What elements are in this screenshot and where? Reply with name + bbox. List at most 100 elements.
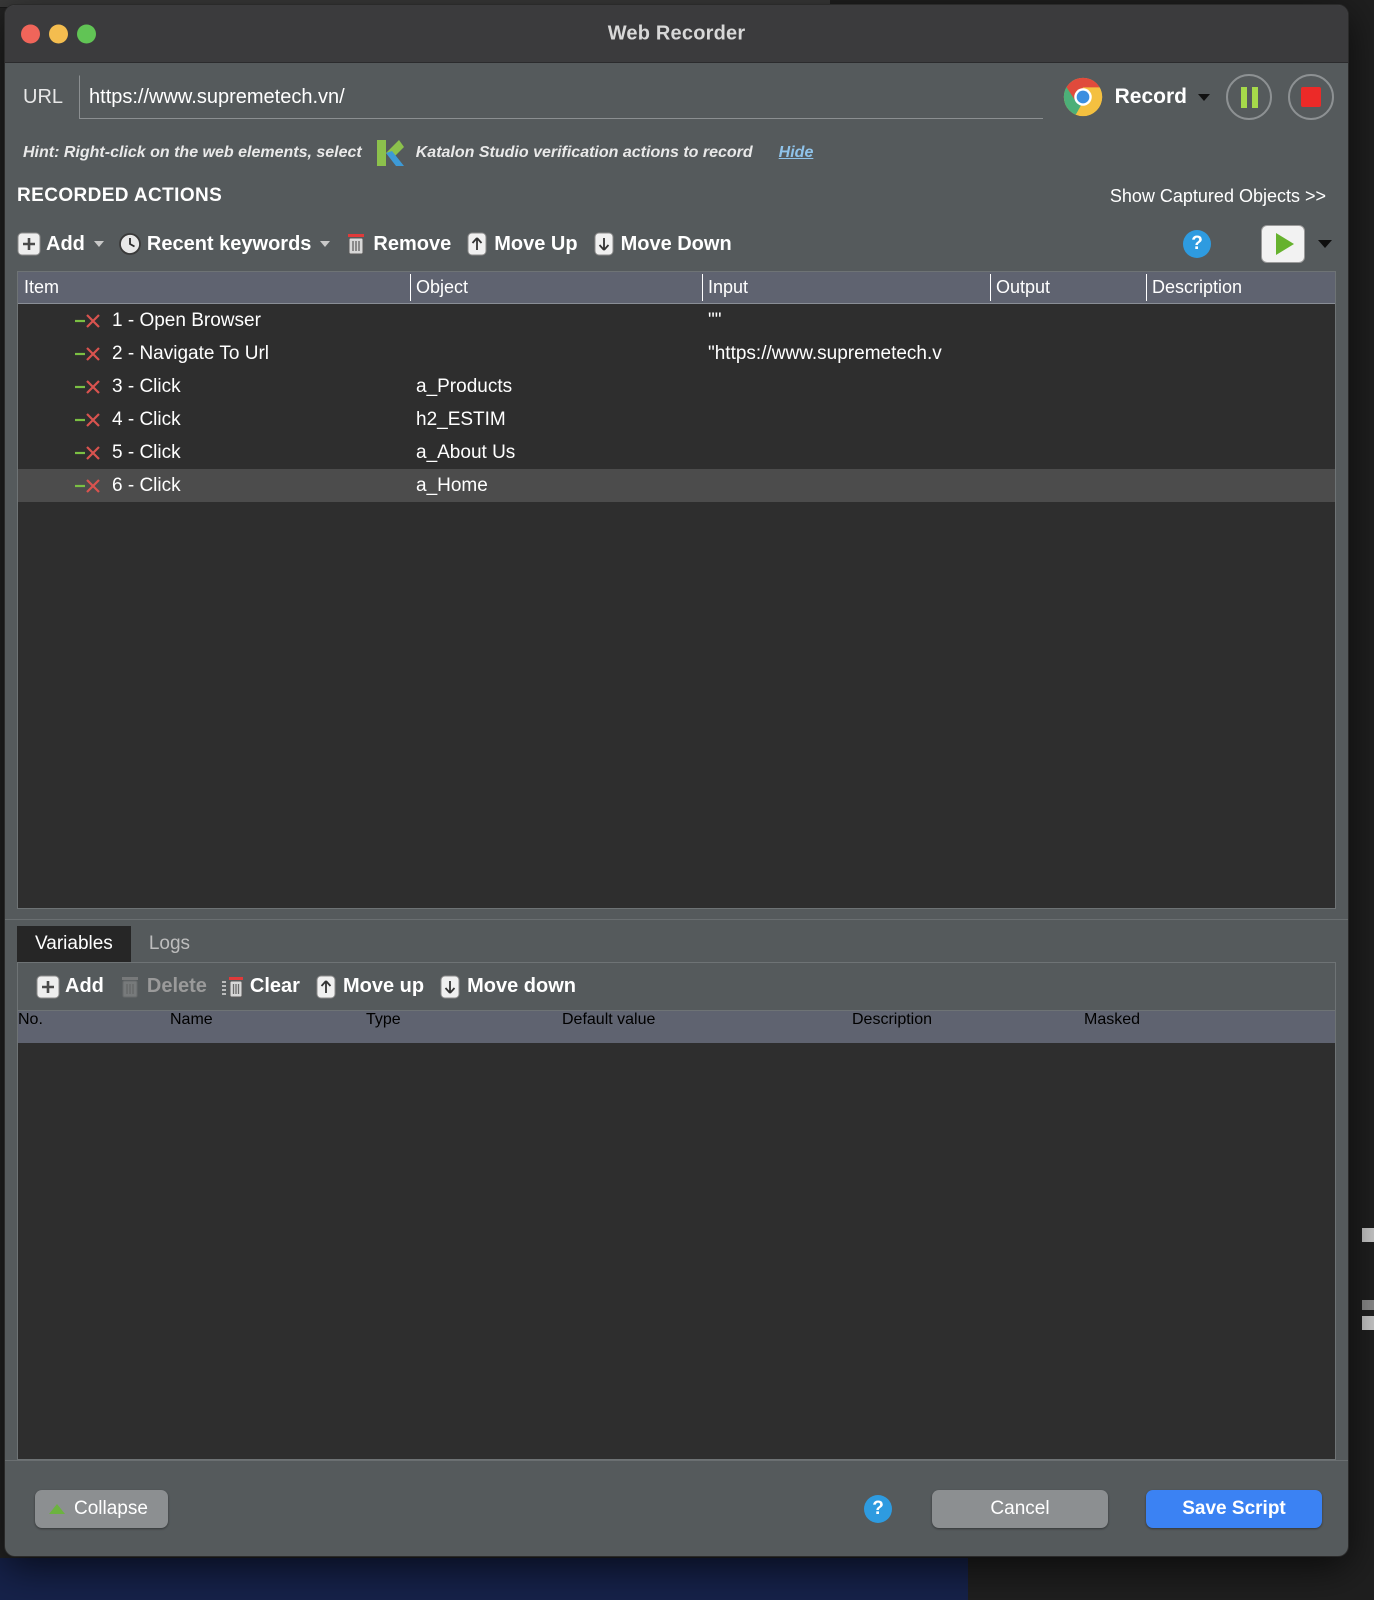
run-dropdown-caret-icon[interactable] bbox=[1318, 240, 1332, 248]
row-item-label: 6 - Click bbox=[112, 474, 181, 496]
table-row[interactable]: 4 - Click h2_ESTIM bbox=[18, 403, 1335, 436]
variables-add-label: Add bbox=[65, 975, 104, 997]
plus-icon bbox=[36, 975, 60, 999]
action-status-icon bbox=[74, 379, 104, 395]
bottom-tabstrip: Variables Logs bbox=[5, 920, 1348, 962]
variables-move-up-label: Move up bbox=[342, 975, 425, 997]
tab-logs[interactable]: Logs bbox=[131, 926, 208, 962]
arrow-up-icon bbox=[465, 232, 489, 256]
background-edge-mark bbox=[1362, 1316, 1374, 1330]
table-row[interactable]: 3 - Click a_Products bbox=[18, 370, 1335, 403]
clock-icon bbox=[118, 232, 142, 256]
row-object: a_Home bbox=[416, 474, 488, 496]
column-header-name[interactable]: Name bbox=[170, 1011, 366, 1043]
background-edge-mark bbox=[1362, 1300, 1374, 1310]
cancel-button[interactable]: Cancel bbox=[932, 1489, 1108, 1528]
variables-move-down-label: Move down bbox=[467, 975, 576, 997]
show-captured-objects-link[interactable]: Show Captured Objects >> bbox=[1110, 186, 1326, 207]
record-dropdown-caret-icon[interactable] bbox=[1198, 93, 1210, 101]
table-row[interactable]: 6 - Click a_Home bbox=[18, 469, 1335, 502]
column-header-input[interactable]: Input bbox=[702, 272, 990, 303]
table-row[interactable]: 5 - Click a_About Us bbox=[18, 436, 1335, 469]
remove-action-button[interactable]: Remove bbox=[344, 232, 451, 256]
clear-list-icon bbox=[221, 975, 245, 999]
row-object: a_About Us bbox=[416, 441, 516, 463]
trash-icon bbox=[344, 232, 368, 256]
add-action-label: Add bbox=[46, 232, 85, 255]
variables-delete-label: Delete bbox=[146, 975, 207, 997]
actions-toolbar: Add Recent keywords Remove Move Up Move … bbox=[5, 217, 1348, 271]
column-header-output[interactable]: Output bbox=[990, 272, 1146, 303]
column-header-masked[interactable]: Masked bbox=[1084, 1011, 1180, 1043]
arrow-up-icon bbox=[314, 975, 338, 999]
run-button[interactable] bbox=[1261, 225, 1305, 263]
column-header-description[interactable]: Description bbox=[852, 1011, 1084, 1043]
save-script-button[interactable]: Save Script bbox=[1146, 1489, 1322, 1528]
action-status-icon bbox=[74, 412, 104, 428]
pause-icon bbox=[1240, 86, 1258, 108]
record-label[interactable]: Record bbox=[1115, 85, 1187, 109]
move-up-button[interactable]: Move Up bbox=[465, 232, 578, 256]
footer: Collapse ? Cancel Save Script bbox=[5, 1460, 1348, 1556]
table-row[interactable]: 2 - Navigate To Url "https://www.supreme… bbox=[18, 337, 1335, 370]
row-object: a_Products bbox=[416, 375, 513, 397]
footer-help-button[interactable]: ? bbox=[864, 1494, 892, 1523]
url-label: URL bbox=[23, 85, 64, 108]
column-header-description[interactable]: Description bbox=[1146, 272, 1335, 303]
variables-add-button[interactable]: Add bbox=[36, 975, 104, 999]
move-down-button[interactable]: Move Down bbox=[592, 232, 732, 256]
hide-hint-link[interactable]: Hide bbox=[779, 144, 814, 162]
row-item-label: 2 - Navigate To Url bbox=[112, 342, 269, 364]
hint-row: Hint: Right-click on the web elements, s… bbox=[5, 131, 1348, 175]
variables-move-up-button[interactable]: Move up bbox=[314, 975, 424, 999]
recent-keywords-button[interactable]: Recent keywords bbox=[118, 232, 331, 256]
variables-header-row: No. Name Type Default value Description … bbox=[18, 1011, 1335, 1043]
recent-keywords-dropdown-caret-icon[interactable] bbox=[320, 241, 331, 247]
table-row[interactable]: 1 - Open Browser "" bbox=[18, 304, 1335, 337]
url-input[interactable] bbox=[79, 75, 1043, 119]
window-title: Web Recorder bbox=[607, 22, 746, 44]
chevron-up-icon bbox=[49, 1503, 65, 1514]
url-bar: URL Record bbox=[5, 63, 1348, 131]
action-status-icon bbox=[74, 478, 104, 494]
move-up-label: Move Up bbox=[494, 232, 578, 255]
bottom-panel: Variables Logs Add Delete Clear Move up … bbox=[5, 919, 1348, 1460]
variables-clear-button[interactable]: Clear bbox=[221, 975, 300, 999]
variables-toolbar: Add Delete Clear Move up Move down bbox=[17, 962, 1336, 1010]
column-header-filler bbox=[1180, 1011, 1335, 1043]
row-input: "https://www.supremetech.v bbox=[708, 342, 942, 364]
backdrop-bottom-strip bbox=[0, 1558, 968, 1600]
variables-body bbox=[18, 1043, 1335, 1459]
action-status-icon bbox=[74, 313, 104, 329]
arrow-down-icon bbox=[438, 975, 462, 999]
stop-button[interactable] bbox=[1288, 74, 1334, 120]
play-icon bbox=[1275, 233, 1294, 255]
column-header-default[interactable]: Default value bbox=[562, 1011, 852, 1043]
variables-delete-button[interactable]: Delete bbox=[118, 975, 207, 999]
help-button[interactable]: ? bbox=[1183, 230, 1211, 258]
collapse-label: Collapse bbox=[74, 1497, 148, 1519]
background-edge-mark bbox=[1362, 1228, 1374, 1242]
column-header-object[interactable]: Object bbox=[410, 272, 702, 303]
column-header-item[interactable]: Item bbox=[18, 272, 410, 303]
column-header-no[interactable]: No. bbox=[18, 1011, 170, 1043]
add-action-button[interactable]: Add bbox=[17, 232, 104, 256]
row-item-label: 4 - Click bbox=[112, 408, 181, 430]
variables-table: No. Name Type Default value Description … bbox=[17, 1010, 1336, 1460]
table-header-row: Item Object Input Output Description bbox=[18, 272, 1335, 304]
page-title: RECORDED ACTIONS bbox=[17, 185, 223, 206]
action-status-icon bbox=[74, 445, 104, 461]
row-object: h2_ESTIM bbox=[416, 408, 506, 430]
collapse-button[interactable]: Collapse bbox=[35, 1489, 168, 1528]
recorded-actions-header: RECORDED ACTIONS Show Captured Objects >… bbox=[5, 175, 1348, 217]
tab-variables[interactable]: Variables bbox=[17, 926, 131, 962]
add-dropdown-caret-icon[interactable] bbox=[93, 241, 104, 247]
column-header-type[interactable]: Type bbox=[366, 1011, 562, 1043]
pause-button[interactable] bbox=[1226, 74, 1272, 120]
variables-move-down-button[interactable]: Move down bbox=[438, 975, 576, 999]
variables-clear-label: Clear bbox=[249, 975, 300, 997]
hint-text-before: Hint: Right-click on the web elements, s… bbox=[23, 144, 362, 161]
web-recorder-window: Web Recorder URL Record Hint: Right-c bbox=[4, 4, 1349, 1557]
move-down-label: Move Down bbox=[620, 232, 732, 255]
trash-icon bbox=[118, 975, 142, 999]
